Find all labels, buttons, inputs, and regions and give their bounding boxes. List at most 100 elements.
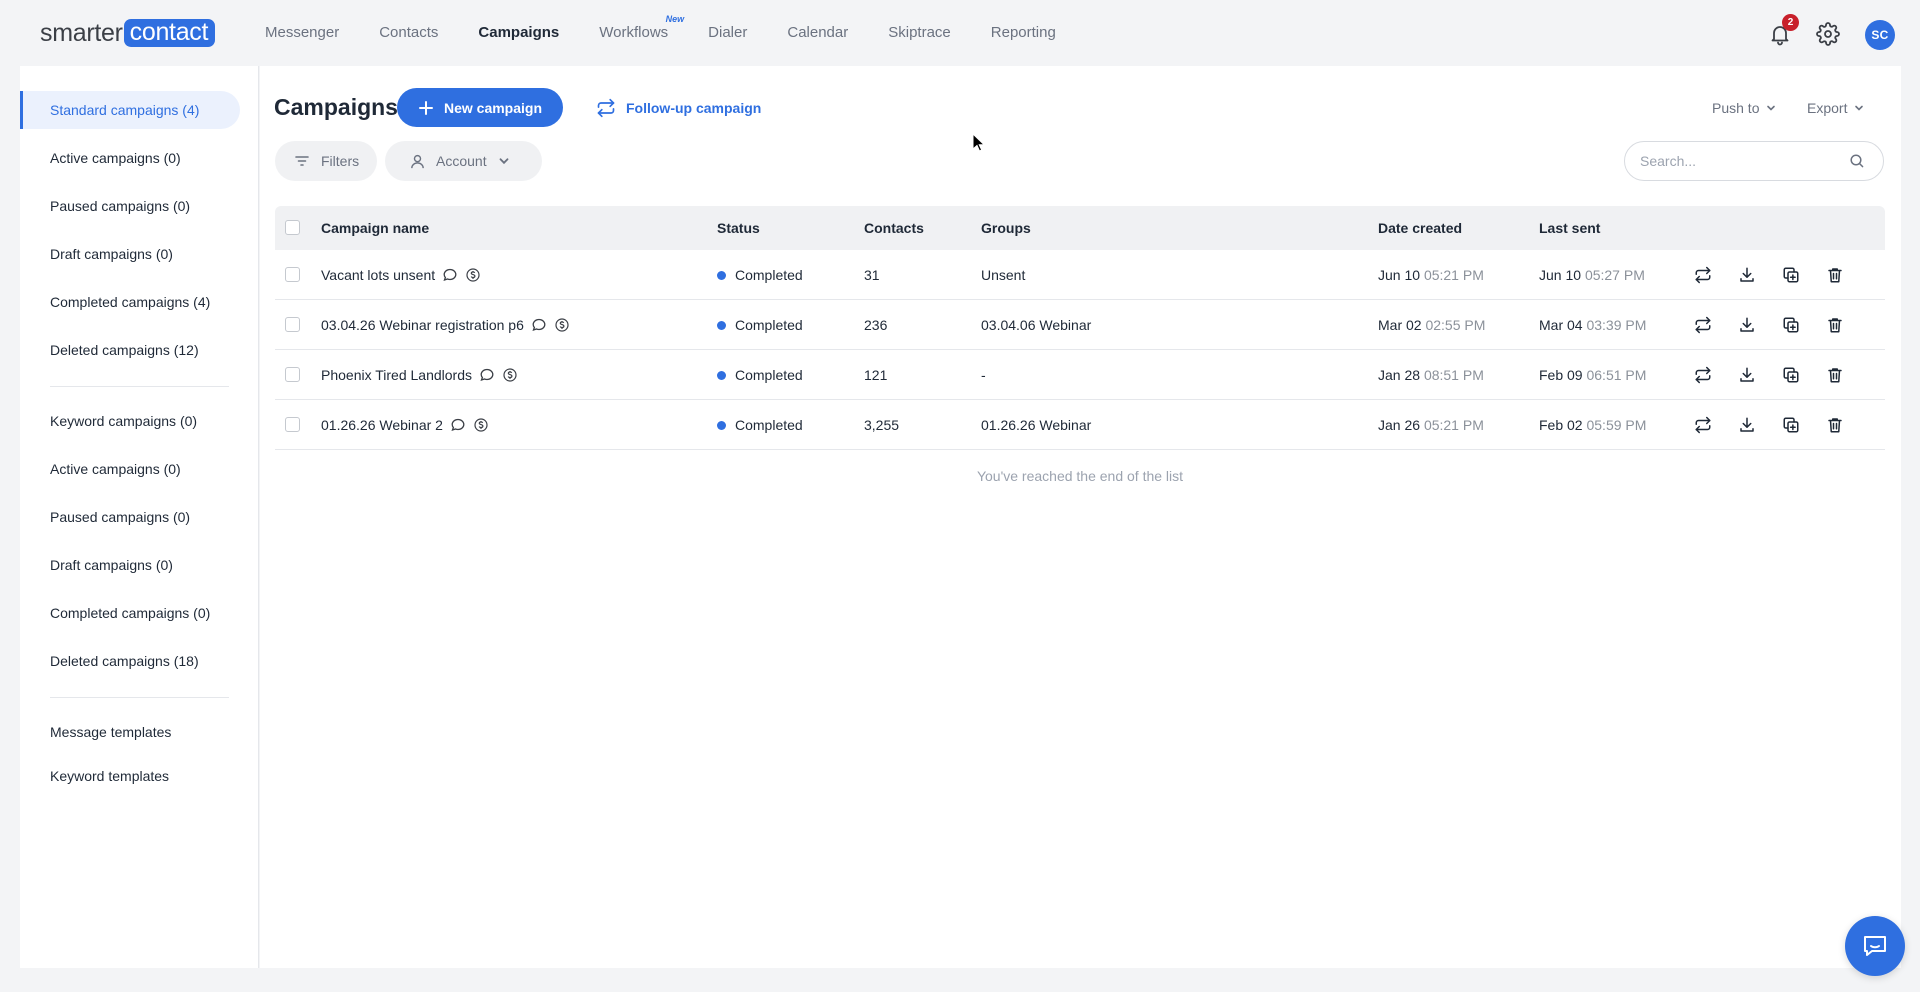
sidebar-item-keyword-templates[interactable]: Keyword templates: [20, 757, 240, 795]
sidebar-item-message-templates[interactable]: Message templates: [20, 713, 240, 751]
table-row[interactable]: Vacant lots unsent Completed 31 Unsent J…: [275, 250, 1885, 300]
campaign-name[interactable]: Phoenix Tired Landlords: [321, 350, 472, 400]
table-row[interactable]: 03.04.26 Webinar registration p6 Complet…: [275, 300, 1885, 350]
duplicate-icon[interactable]: [1781, 265, 1801, 285]
search-box[interactable]: [1624, 141, 1884, 181]
sent-date: Mar 04: [1539, 317, 1583, 333]
sidebar-item-keyword-completed[interactable]: Completed campaigns (0): [20, 594, 240, 632]
download-icon[interactable]: [1737, 415, 1757, 435]
campaign-name[interactable]: 03.04.26 Webinar registration p6: [321, 300, 524, 350]
nav-workflows[interactable]: Workflows New: [599, 0, 684, 66]
sidebar-item-keyword-campaigns[interactable]: Keyword campaigns (0): [20, 402, 240, 440]
nav-reporting[interactable]: Reporting: [991, 0, 1056, 66]
created-date: Jan 26: [1378, 417, 1421, 433]
select-all-checkbox[interactable]: [285, 220, 300, 235]
sidebar-item-keyword-draft[interactable]: Draft campaigns (0): [20, 546, 240, 584]
column-header-date-created[interactable]: Date created: [1378, 206, 1462, 250]
push-to-label: Push to: [1712, 99, 1760, 116]
sidebar-item-standard-paused[interactable]: Paused campaigns (0): [20, 187, 240, 225]
page-title: Campaigns: [274, 94, 398, 120]
campaign-name[interactable]: Vacant lots unsent: [321, 250, 435, 300]
row-checkbox[interactable]: [285, 317, 300, 332]
search-input[interactable]: [1640, 153, 1849, 169]
duplicate-icon[interactable]: [1781, 365, 1801, 385]
created-date: Jan 28: [1378, 367, 1421, 383]
row-checkbox[interactable]: [285, 367, 300, 382]
trash-icon[interactable]: [1825, 415, 1845, 435]
status-badge: Completed: [735, 267, 803, 283]
groups-cell: 03.04.06 Webinar: [981, 317, 1092, 333]
mouse-cursor-icon: [972, 133, 986, 153]
download-icon[interactable]: [1737, 365, 1757, 385]
smarter-contact-logo[interactable]: smarter contact: [40, 19, 216, 47]
push-to-dropdown[interactable]: Push to: [1712, 88, 1777, 127]
campaign-name[interactable]: 01.26.26 Webinar 2: [321, 400, 443, 450]
sidebar-item-standard-campaigns[interactable]: Standard campaigns (4): [20, 91, 240, 129]
repeat-icon[interactable]: [1693, 365, 1713, 385]
follow-up-campaign-button[interactable]: Follow-up campaign: [596, 88, 761, 127]
duplicate-icon[interactable]: [1781, 315, 1801, 335]
sidebar-item-keyword-paused[interactable]: Paused campaigns (0): [20, 498, 240, 536]
sent-date: Feb 02: [1539, 417, 1583, 433]
logo-text-contact: contact: [123, 19, 216, 47]
sent-time: 05:59 PM: [1586, 417, 1647, 433]
row-checkbox[interactable]: [285, 417, 300, 432]
sent-time: 05:27 PM: [1584, 267, 1645, 283]
created-time: 02:55 PM: [1425, 317, 1486, 333]
chevron-down-icon: [1855, 105, 1864, 111]
nav-messenger[interactable]: Messenger: [265, 0, 339, 66]
repeat-icon[interactable]: [1693, 265, 1713, 285]
search-icon[interactable]: [1849, 153, 1865, 169]
nav-dialer[interactable]: Dialer: [708, 0, 747, 66]
date-created-cell: Jan 28 08:51 PM: [1378, 350, 1484, 400]
notification-count-badge: 2: [1782, 14, 1799, 31]
table-row[interactable]: Phoenix Tired Landlords Completed 121 - …: [275, 350, 1885, 400]
filter-icon: [295, 156, 309, 166]
nav-contacts[interactable]: Contacts: [379, 0, 438, 66]
trash-icon[interactable]: [1825, 265, 1845, 285]
sidebar-item-standard-deleted[interactable]: Deleted campaigns (12): [20, 331, 240, 369]
trash-icon[interactable]: [1825, 365, 1845, 385]
repeat-icon: [597, 98, 615, 117]
status-badge: Completed: [735, 367, 803, 383]
sent-time: 06:51 PM: [1586, 367, 1647, 383]
chat-widget-button[interactable]: [1845, 916, 1905, 976]
duplicate-icon[interactable]: [1781, 415, 1801, 435]
column-header-contacts[interactable]: Contacts: [864, 206, 924, 250]
created-time: 05:21 PM: [1423, 267, 1484, 283]
table-row[interactable]: 01.26.26 Webinar 2 Completed 3,255 01.26…: [275, 400, 1885, 450]
repeat-icon[interactable]: [1693, 315, 1713, 335]
trash-icon[interactable]: [1825, 315, 1845, 335]
new-campaign-label: New campaign: [443, 99, 543, 116]
user-avatar[interactable]: SC: [1865, 20, 1895, 50]
column-header-status[interactable]: Status: [717, 206, 760, 250]
row-checkbox[interactable]: [285, 267, 300, 282]
export-dropdown[interactable]: Export: [1807, 88, 1865, 127]
sidebar-item-keyword-active[interactable]: Active campaigns (0): [20, 450, 240, 488]
column-header-groups[interactable]: Groups: [981, 206, 1031, 250]
download-icon[interactable]: [1737, 265, 1757, 285]
row-actions: [1693, 250, 1869, 300]
campaign-name-cell: 01.26.26 Webinar 2: [321, 400, 489, 450]
sidebar-divider: [50, 697, 229, 698]
nav-calendar[interactable]: Calendar: [787, 0, 848, 66]
nav-calendar-label: Calendar: [787, 24, 849, 41]
sidebar-item-standard-draft[interactable]: Draft campaigns (0): [20, 235, 240, 273]
sidebar-item-keyword-deleted[interactable]: Deleted campaigns (18): [20, 642, 240, 680]
sidebar-item-standard-active[interactable]: Active campaigns (0): [20, 139, 240, 177]
last-sent-cell: Feb 02 05:59 PM: [1539, 400, 1646, 450]
new-campaign-button[interactable]: New campaign: [397, 88, 563, 127]
download-icon[interactable]: [1737, 315, 1757, 335]
filters-button[interactable]: Filters: [275, 141, 377, 181]
sidebar-item-standard-completed[interactable]: Completed campaigns (4): [20, 283, 240, 321]
gear-icon[interactable]: [1816, 22, 1840, 46]
repeat-icon[interactable]: [1693, 415, 1713, 435]
column-header-campaign-name[interactable]: Campaign name: [321, 206, 429, 250]
export-label: Export: [1807, 99, 1848, 116]
sent-date: Feb 09: [1539, 367, 1583, 383]
column-header-last-sent[interactable]: Last sent: [1539, 206, 1600, 250]
status-dot: [717, 370, 726, 380]
account-dropdown[interactable]: Account: [385, 141, 542, 181]
nav-campaigns[interactable]: Campaigns: [478, 0, 559, 66]
nav-skiptrace[interactable]: Skiptrace: [888, 0, 951, 66]
